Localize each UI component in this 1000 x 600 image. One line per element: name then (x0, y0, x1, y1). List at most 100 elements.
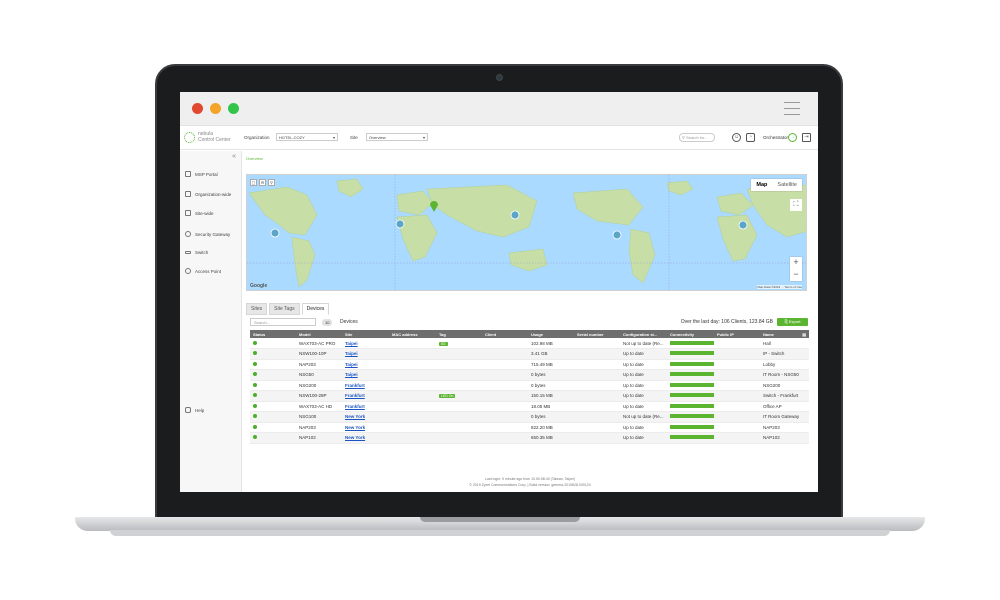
logo-line2: Control Center (198, 137, 231, 143)
column-settings-icon[interactable]: ▤ (802, 332, 806, 337)
site-select[interactable]: Overview ▾ (366, 133, 428, 141)
map-type-satellite-button[interactable]: Satellite (772, 179, 802, 191)
column-header-mac[interactable]: MAC address (389, 330, 436, 338)
sidebar-item-switch[interactable]: Switch (185, 250, 208, 255)
logout-icon[interactable]: ⇥ (802, 133, 811, 142)
site-link[interactable]: New York (345, 425, 365, 430)
connectivity-bar (670, 424, 714, 429)
table-row[interactable]: NAP203 Taipei 715.49 MB Up to date Lobby (250, 359, 809, 370)
sidebar-item-access-point[interactable]: Access Point (185, 268, 221, 274)
public-ip-cell (714, 422, 760, 433)
table-row[interactable]: WAX703-AC PRO Taipei 5G 102.98 MB Not up to … (250, 338, 809, 349)
mac-cell (389, 390, 436, 402)
sidebar-item-security-gateway[interactable]: Security Gateway (185, 231, 230, 237)
global-search-input[interactable]: ⚲ Search for... (679, 133, 715, 142)
client-cell (482, 401, 528, 412)
site-link[interactable]: Taipei (345, 351, 358, 356)
collapse-sidebar-icon[interactable]: « (232, 153, 236, 160)
table-row[interactable]: NSG200 Frankfurt 0 bytes Up to date NSG200 (250, 380, 809, 391)
nebula-logo[interactable]: nebula Control Center (184, 130, 242, 146)
close-window-button[interactable] (192, 103, 203, 114)
orchestrator-link[interactable]: Orchestrator (763, 135, 788, 140)
table-row[interactable]: NSW100-10P Taipei 3.41 GB Up to date IP - Sw… (250, 348, 809, 360)
site-link[interactable]: Frankfurt (345, 393, 365, 398)
notification-icon[interactable]: ◔ (746, 133, 755, 142)
table-row[interactable]: NSG100 New York 0 bytes Not up to date (Re.… (250, 411, 809, 423)
page-footer: Last login: 9 minute ago from 10.50.58.4… (242, 476, 818, 488)
status-cell (250, 348, 296, 360)
column-header-config[interactable]: Configuration st... (620, 330, 667, 338)
search-icon: ⚲ (682, 135, 685, 140)
map-select-icon[interactable]: ▢ (250, 179, 257, 186)
site-link[interactable]: Frankfurt (345, 404, 365, 409)
column-header-serial[interactable]: Serial number (574, 330, 620, 338)
map-terms[interactable]: Map Data ©2019 ... Terms of Use (757, 285, 802, 289)
orchestrator-arrow-icon[interactable]: → (788, 133, 797, 142)
tab-devices[interactable]: Devices (301, 303, 330, 315)
column-header-name[interactable]: Name ▤ (760, 330, 809, 338)
column-header-client[interactable]: Client (482, 330, 528, 338)
maximize-window-button[interactable] (228, 103, 239, 114)
column-header-usage[interactable]: Usage (528, 330, 574, 338)
map-type-map-button[interactable]: Map (751, 179, 772, 191)
sidebar-item-label: MSP Portal (195, 171, 218, 177)
mac-cell (389, 401, 436, 412)
table-row[interactable]: NSW100-28P Frankfurt LED On 150.15 MB Up to … (250, 390, 809, 402)
breadcrumb[interactable]: Overview (246, 156, 263, 161)
site-link[interactable]: New York (345, 435, 365, 440)
mac-cell (389, 359, 436, 370)
column-header-tag[interactable]: Tag (436, 330, 482, 338)
status-cell (250, 380, 296, 391)
export-button[interactable]: ⎘ Export (777, 318, 808, 326)
user-icon[interactable]: ☺ (732, 133, 741, 142)
device-search-input[interactable]: Search... (250, 318, 316, 326)
devices-table: Status Model Site MAC address Tag Client… (250, 330, 809, 444)
client-cell (482, 359, 528, 370)
tab-sites[interactable]: Sites (246, 303, 268, 315)
model-cell: NSG50 (296, 369, 342, 381)
config-cell: Up to date (620, 390, 667, 402)
model-cell: NSW100-10P (296, 348, 342, 360)
column-header-public-ip[interactable]: Public IP (714, 330, 760, 338)
column-header-model[interactable]: Model (296, 330, 342, 338)
site-link[interactable]: Frankfurt (345, 383, 365, 388)
sidebar-item-site-wide[interactable]: Site-wide (185, 210, 214, 216)
org-select-value: HOTEL-COZY (279, 135, 305, 140)
logo-mark-icon (184, 132, 195, 143)
mac-cell (389, 369, 436, 381)
name-cell: NAP203 (760, 422, 809, 433)
main-content: Overview ▢ ⚙ ⚲ Map Satellite ⛶ + − Googl… (242, 151, 818, 492)
usage-summary: Over the last day: 106 Clients, 123.84 G… (680, 319, 773, 325)
column-header-connectivity[interactable]: Connectivity (667, 330, 714, 338)
status-online-icon (253, 393, 257, 398)
name-cell: NAP102 (760, 432, 809, 444)
site-link[interactable]: Taipei (345, 341, 358, 346)
sidebar-item-organization-wide[interactable]: Organization-wide (185, 191, 231, 197)
zoom-in-button[interactable]: + (790, 257, 802, 269)
table-row[interactable]: NAP102 New York 650.35 MB Up to date NAP102 (250, 432, 809, 444)
map-search-icon[interactable]: ⚲ (268, 179, 275, 186)
site-link[interactable]: Taipei (345, 372, 358, 377)
map-settings-icon[interactable]: ⚙ (259, 179, 266, 186)
table-row[interactable]: NAP203 New York 822.20 MB Up to date NAP203 (250, 422, 809, 433)
hamburger-menu-icon[interactable] (784, 102, 800, 120)
world-map[interactable]: ▢ ⚙ ⚲ Map Satellite ⛶ + − Google Map Dat… (246, 174, 807, 291)
column-header-site[interactable]: Site (342, 330, 389, 338)
minimize-window-button[interactable] (210, 103, 221, 114)
status-cell (250, 338, 296, 349)
tab-site-tags[interactable]: Site Tags (269, 303, 300, 315)
tag-cell (436, 359, 482, 370)
sidebar-item-msp-portal[interactable]: MSP Portal (185, 171, 218, 177)
client-cell (482, 432, 528, 444)
fullscreen-icon[interactable]: ⛶ (790, 199, 802, 211)
table-row[interactable]: NSG50 Taipei 0 bytes Up to date IT Room - NS… (250, 369, 809, 381)
table-row[interactable]: WAX703-AC HD Frankfurt 18.05 MB Up to date O… (250, 401, 809, 412)
public-ip-cell (714, 348, 760, 360)
sidebar-item-help[interactable]: Help (185, 407, 204, 413)
public-ip-cell (714, 380, 760, 391)
site-link[interactable]: New York (345, 414, 365, 419)
org-select[interactable]: HOTEL-COZY ▾ (276, 133, 338, 141)
column-header-status[interactable]: Status (250, 330, 296, 338)
site-link[interactable]: Taipei (345, 362, 358, 367)
zoom-out-button[interactable]: − (790, 269, 802, 281)
